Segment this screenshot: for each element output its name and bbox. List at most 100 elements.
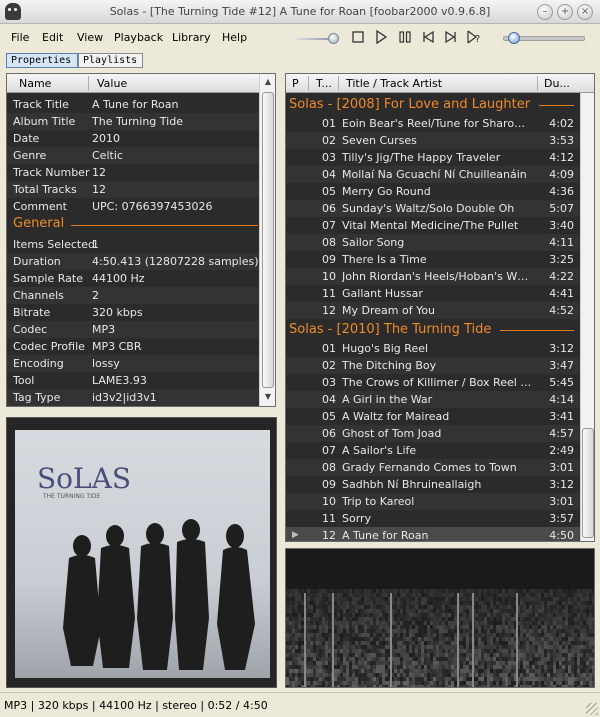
- column-separator[interactable]: [537, 76, 538, 91]
- property-row[interactable]: Tool LAME3.93: [7, 372, 259, 389]
- scroll-down-icon[interactable]: ▼: [261, 390, 275, 404]
- property-name: Album Title: [13, 115, 76, 128]
- minimize-button[interactable]: –: [537, 4, 553, 20]
- menu-library[interactable]: Library: [172, 31, 210, 44]
- title-bar[interactable]: Solas - [The Turning Tide #12] A Tune fo…: [0, 0, 600, 24]
- volume-knob[interactable]: [328, 33, 339, 44]
- property-value: 12: [92, 183, 106, 196]
- property-row[interactable]: Genre Celtic: [7, 147, 259, 164]
- property-row[interactable]: Total Tracks 12: [7, 181, 259, 198]
- track-number: 10: [322, 270, 336, 283]
- property-value: The Turning Tide: [92, 115, 183, 128]
- pause-icon: [399, 31, 411, 43]
- column-duration[interactable]: Du...: [544, 77, 570, 90]
- track-row[interactable]: 10 Trip to Kareol 3:01: [286, 493, 580, 510]
- track-number: 01: [322, 342, 336, 355]
- track-row[interactable]: 12 My Dream of You 4:52: [286, 302, 580, 319]
- track-row[interactable]: 07 Vital Mental Medicine/The Pullet 3:40: [286, 217, 580, 234]
- track-row[interactable]: 06 Sunday's Waltz/Solo Double Oh 5:07: [286, 200, 580, 217]
- track-row[interactable]: 02 The Ditching Boy 3:47: [286, 357, 580, 374]
- play-button[interactable]: [373, 29, 389, 45]
- column-value[interactable]: Value: [97, 77, 127, 90]
- menu-help[interactable]: Help: [222, 31, 247, 44]
- property-row[interactable]: Bitrate 320 kbps: [7, 304, 259, 321]
- property-row[interactable]: Date 2010: [7, 130, 259, 147]
- property-row[interactable]: Album Title The Turning Tide: [7, 113, 259, 130]
- track-row[interactable]: 09 There Is a Time 3:25: [286, 251, 580, 268]
- property-row[interactable]: Codec Profile MP3 CBR: [7, 338, 259, 355]
- property-row[interactable]: Channels 2: [7, 287, 259, 304]
- track-row[interactable]: 04 Mollaí Na Gcuachí Ní Chuilleanáin 4:09: [286, 166, 580, 183]
- track-row[interactable]: 01 Eoin Bear's Reel/Tune for Sharon/Th...…: [286, 115, 580, 132]
- property-row[interactable]: Items Selected 1: [7, 236, 259, 253]
- column-playing[interactable]: P: [292, 77, 299, 90]
- track-row[interactable]: 04 A Girl in the War 4:14: [286, 391, 580, 408]
- track-row[interactable]: 11 Gallant Hussar 4:41: [286, 285, 580, 302]
- track-title: A Sailor's Life: [342, 444, 417, 457]
- resize-grip-icon[interactable]: [586, 703, 598, 715]
- section-divider: [71, 225, 258, 226]
- track-duration: 3:01: [549, 495, 574, 508]
- property-row[interactable]: Codec MP3: [7, 321, 259, 338]
- playlist-group-header[interactable]: Solas - [2010] The Turning Tide: [286, 319, 580, 341]
- track-row[interactable]: 01 Hugo's Big Reel 3:12: [286, 340, 580, 357]
- track-row[interactable]: 09 Sadhbh Ní Bhruineallaigh 3:12: [286, 476, 580, 493]
- properties-scrollbar[interactable]: ▲ ▼: [259, 74, 275, 406]
- menu-file[interactable]: File: [11, 31, 29, 44]
- track-row[interactable]: 08 Sailor Song 4:11: [286, 234, 580, 251]
- property-row[interactable]: Sample Rate 44100 Hz: [7, 270, 259, 287]
- track-row[interactable]: 10 John Riordan's Heels/Hoban's White ...…: [286, 268, 580, 285]
- menu-playback[interactable]: Playback: [114, 31, 163, 44]
- column-track-number[interactable]: T...: [316, 77, 332, 90]
- property-row[interactable]: Duration 4:50.413 (12807228 samples): [7, 253, 259, 270]
- property-value: Celtic: [92, 149, 123, 162]
- property-row[interactable]: Encoding lossy: [7, 355, 259, 372]
- property-row[interactable]: Tag Type id3v2|id3v1: [7, 389, 259, 406]
- track-row[interactable]: 07 A Sailor's Life 2:49: [286, 442, 580, 459]
- next-button[interactable]: [443, 29, 459, 45]
- stop-icon: [352, 31, 364, 43]
- track-number: 09: [322, 253, 336, 266]
- scroll-up-icon[interactable]: ▲: [261, 75, 275, 89]
- track-row[interactable]: 06 Ghost of Tom Joad 4:57: [286, 425, 580, 442]
- group-title: Solas - [2010] The Turning Tide: [289, 322, 492, 337]
- stop-button[interactable]: [350, 29, 366, 45]
- menu-edit[interactable]: Edit: [42, 31, 63, 44]
- column-separator[interactable]: [308, 76, 309, 91]
- column-separator[interactable]: [88, 76, 89, 91]
- track-row[interactable]: 03 The Crows of Killimer / Box Reel #2 / …: [286, 374, 580, 391]
- property-name: Sample Rate: [13, 272, 83, 285]
- track-row[interactable]: 11 Sorry 3:57: [286, 510, 580, 527]
- maximize-button[interactable]: +: [557, 4, 573, 20]
- track-row[interactable]: 02 Seven Curses 3:53: [286, 132, 580, 149]
- scroll-thumb[interactable]: [582, 428, 594, 538]
- track-number: 07: [322, 444, 336, 457]
- property-row[interactable]: Comment UPC: 0766397453026: [7, 198, 259, 215]
- seek-knob[interactable]: [508, 32, 520, 44]
- property-name: Tag Type: [13, 391, 61, 404]
- track-duration: 5:45: [549, 376, 574, 389]
- previous-button[interactable]: [420, 29, 436, 45]
- track-row[interactable]: 08 Grady Fernando Comes to Town 3:01: [286, 459, 580, 476]
- track-title: A Tune for Roan: [342, 529, 429, 542]
- scroll-thumb[interactable]: [262, 92, 274, 388]
- pause-button[interactable]: [397, 29, 413, 45]
- track-row-now-playing[interactable]: ▶ 12 A Tune for Roan 4:50: [286, 527, 580, 542]
- close-button[interactable]: ×: [577, 4, 593, 20]
- property-row[interactable]: Track Number 12: [7, 164, 259, 181]
- column-title-artist[interactable]: Title / Track Artist: [346, 77, 442, 90]
- track-row[interactable]: 05 A Waltz for Mairead 3:41: [286, 408, 580, 425]
- playlist-group-header[interactable]: Solas - [2008] For Love and Laughter: [286, 94, 580, 116]
- track-duration: 4:22: [549, 270, 574, 283]
- track-row[interactable]: 05 Merry Go Round 4:36: [286, 183, 580, 200]
- tab-playlists[interactable]: Playlists: [78, 53, 143, 68]
- random-button[interactable]: ?: [466, 29, 482, 45]
- menu-view[interactable]: View: [77, 31, 103, 44]
- track-row[interactable]: 03 Tilly's Jig/The Happy Traveler 4:12: [286, 149, 580, 166]
- tab-properties[interactable]: Properties: [6, 53, 78, 68]
- property-row[interactable]: Track Title A Tune for Roan: [7, 96, 259, 113]
- album-cover-image: SoLAS THE TURNING TIDE: [7, 418, 276, 687]
- column-separator[interactable]: [338, 76, 339, 91]
- playlist-scrollbar[interactable]: [580, 93, 594, 541]
- column-name[interactable]: Name: [19, 77, 51, 90]
